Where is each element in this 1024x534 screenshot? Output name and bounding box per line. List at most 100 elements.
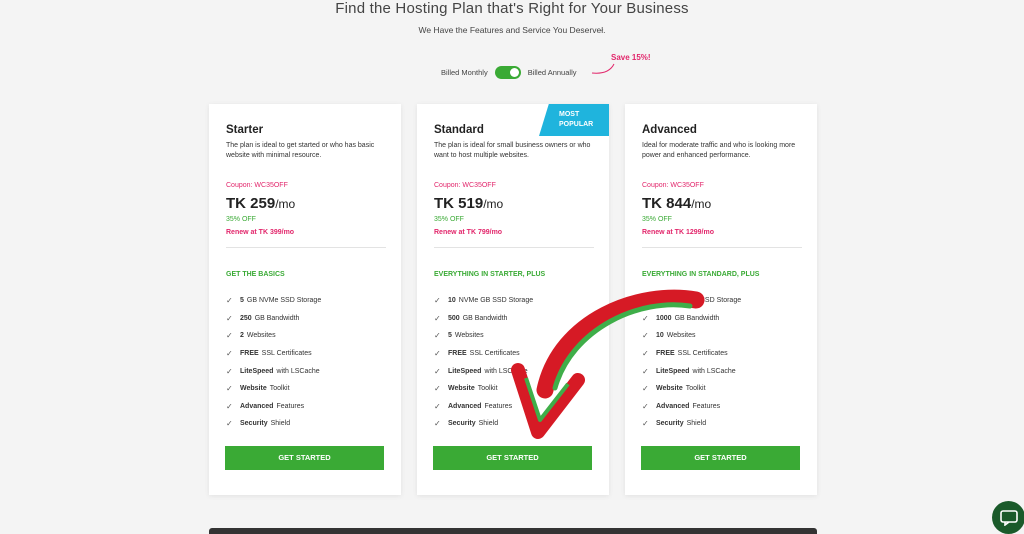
feature-item: ✓ 2 Websites bbox=[226, 327, 321, 345]
feature-text: Shield bbox=[478, 420, 499, 428]
feature-item: ✓ 20 NVMe GB SSD Storage bbox=[642, 292, 741, 310]
check-icon: ✓ bbox=[434, 296, 441, 306]
feature-text: Toolkit bbox=[269, 385, 290, 393]
feature-text: Shield bbox=[686, 420, 707, 428]
check-icon: ✓ bbox=[226, 296, 233, 306]
renew-price: Renew at TK 399/mo bbox=[226, 229, 295, 236]
check-icon: ✓ bbox=[434, 384, 441, 394]
feature-text: Features bbox=[276, 402, 305, 410]
feature-item: ✓ FREE SSL Certificates bbox=[226, 345, 321, 363]
most-popular-badge: MOST POPULAR bbox=[539, 104, 609, 136]
price-period: /mo bbox=[483, 197, 504, 211]
check-icon: ✓ bbox=[642, 296, 649, 306]
price-period: /mo bbox=[275, 197, 296, 211]
save-curve-icon bbox=[591, 63, 615, 74]
plan-name: Starter bbox=[226, 124, 264, 136]
check-icon: ✓ bbox=[434, 331, 441, 341]
feature-text: NVMe GB SSD Storage bbox=[458, 297, 534, 305]
feature-highlight: 10 bbox=[448, 297, 456, 305]
feature-highlight: Advanced bbox=[448, 402, 482, 410]
feature-text: Websites bbox=[246, 332, 276, 340]
feature-text: SSL Certificates bbox=[469, 350, 520, 358]
price-amount: TK 844 bbox=[642, 195, 692, 212]
billed-annually-label[interactable]: Billed Annually bbox=[528, 68, 577, 77]
check-icon: ✓ bbox=[434, 313, 441, 323]
feature-text: with LSCache bbox=[276, 367, 320, 375]
feature-highlight: 5 bbox=[448, 332, 452, 340]
feature-text: Websites bbox=[454, 332, 484, 340]
feature-highlight: LiteSpeed bbox=[240, 367, 274, 375]
check-icon: ✓ bbox=[226, 401, 233, 411]
plan-description: Ideal for moderate traffic and who is lo… bbox=[642, 142, 796, 159]
bottom-section-bar bbox=[209, 528, 817, 534]
check-icon: ✓ bbox=[226, 384, 233, 394]
divider bbox=[226, 247, 386, 248]
feature-text: SSL Certificates bbox=[677, 350, 728, 358]
chat-button[interactable] bbox=[992, 501, 1024, 534]
feature-item: ✓ Website Toolkit bbox=[642, 380, 741, 398]
feature-item: ✓ LiteSpeed with LSCache bbox=[226, 362, 321, 380]
plan-price: TK 519/mo bbox=[434, 195, 503, 212]
feature-text: Shield bbox=[270, 420, 291, 428]
feature-list: ✓ 10 NVMe GB SSD Storage ✓ 500 GB Bandwidth ✓ 5… bbox=[434, 292, 533, 433]
features-heading: EVERYTHING IN STARTER, PLUS bbox=[434, 271, 546, 278]
feature-highlight: Advanced bbox=[240, 402, 274, 410]
feature-text: SSL Certificates bbox=[261, 350, 312, 358]
discount-label: 35% OFF bbox=[642, 216, 672, 223]
feature-item: ✓ 10 Websites bbox=[642, 327, 741, 345]
feature-highlight: 20 bbox=[656, 297, 664, 305]
feature-item: ✓ LiteSpeed with LSCache bbox=[642, 362, 741, 380]
feature-item: ✓ Security Shield bbox=[642, 415, 741, 433]
plan-card-standard: Standard The plan is ideal for small busi… bbox=[417, 104, 609, 495]
plan-price: TK 844/mo bbox=[642, 195, 711, 212]
features-heading: GET THE BASICS bbox=[226, 271, 285, 278]
get-started-button[interactable]: GET STARTED bbox=[641, 446, 800, 470]
feature-text: with LSCache bbox=[692, 367, 736, 375]
billing-toggle[interactable] bbox=[494, 66, 521, 79]
plan-description: The plan is ideal to get started or who … bbox=[226, 142, 375, 159]
price-period: /mo bbox=[691, 197, 712, 211]
feature-highlight: 250 bbox=[240, 314, 252, 322]
feature-item: ✓ FREE SSL Certificates bbox=[434, 345, 533, 363]
check-icon: ✓ bbox=[642, 349, 649, 359]
feature-highlight: FREE bbox=[240, 350, 259, 358]
feature-highlight: Website bbox=[240, 385, 267, 393]
plan-description: The plan is ideal for small business own… bbox=[434, 142, 591, 159]
divider bbox=[642, 247, 802, 248]
feature-item: ✓ LiteSpeed with LSCache bbox=[434, 362, 533, 380]
billed-monthly-label[interactable]: Billed Monthly bbox=[441, 68, 488, 77]
feature-highlight: Security bbox=[240, 420, 268, 428]
feature-highlight: Security bbox=[656, 420, 684, 428]
feature-item: ✓ Security Shield bbox=[226, 415, 321, 433]
get-started-button[interactable]: GET STARTED bbox=[433, 446, 592, 470]
feature-item: ✓ Security Shield bbox=[434, 415, 533, 433]
renew-price: Renew at TK 799/mo bbox=[434, 229, 503, 236]
feature-item: ✓ 10 NVMe GB SSD Storage bbox=[434, 292, 533, 310]
plan-name: Standard bbox=[434, 124, 484, 136]
chat-bubble-icon bbox=[999, 509, 1018, 526]
check-icon: ✓ bbox=[434, 349, 441, 359]
page-subtitle: We Have the Features and Service You Des… bbox=[418, 25, 606, 35]
feature-highlight: LiteSpeed bbox=[448, 367, 482, 375]
check-icon: ✓ bbox=[642, 419, 649, 429]
get-started-button[interactable]: GET STARTED bbox=[225, 446, 384, 470]
check-icon: ✓ bbox=[226, 331, 233, 341]
check-icon: ✓ bbox=[434, 366, 441, 376]
divider bbox=[434, 247, 594, 248]
price-amount: TK 519 bbox=[434, 195, 484, 212]
plan-card-starter: Starter The plan is ideal to get started … bbox=[209, 104, 401, 495]
renew-price: Renew at TK 1299/mo bbox=[642, 229, 714, 236]
feature-list: ✓ 5 GB NVMe SSD Storage ✓ 250 GB Bandwidth ✓ 2 W… bbox=[226, 292, 321, 433]
feature-text: Features bbox=[484, 402, 513, 410]
feature-item: ✓ 250 GB Bandwidth bbox=[226, 310, 321, 328]
toggle-knob bbox=[509, 68, 519, 77]
discount-label: 35% OFF bbox=[434, 216, 464, 223]
feature-text: NVMe GB SSD Storage bbox=[666, 297, 742, 305]
feature-item: ✓ 500 GB Bandwidth bbox=[434, 310, 533, 328]
feature-text: Features bbox=[692, 402, 721, 410]
feature-item: ✓ Advanced Features bbox=[226, 398, 321, 416]
page-title: Find the Hosting Plan that's Right for Y… bbox=[335, 0, 689, 17]
feature-highlight: Website bbox=[448, 385, 475, 393]
feature-highlight: LiteSpeed bbox=[656, 367, 690, 375]
feature-text: GB Bandwidth bbox=[462, 314, 508, 322]
